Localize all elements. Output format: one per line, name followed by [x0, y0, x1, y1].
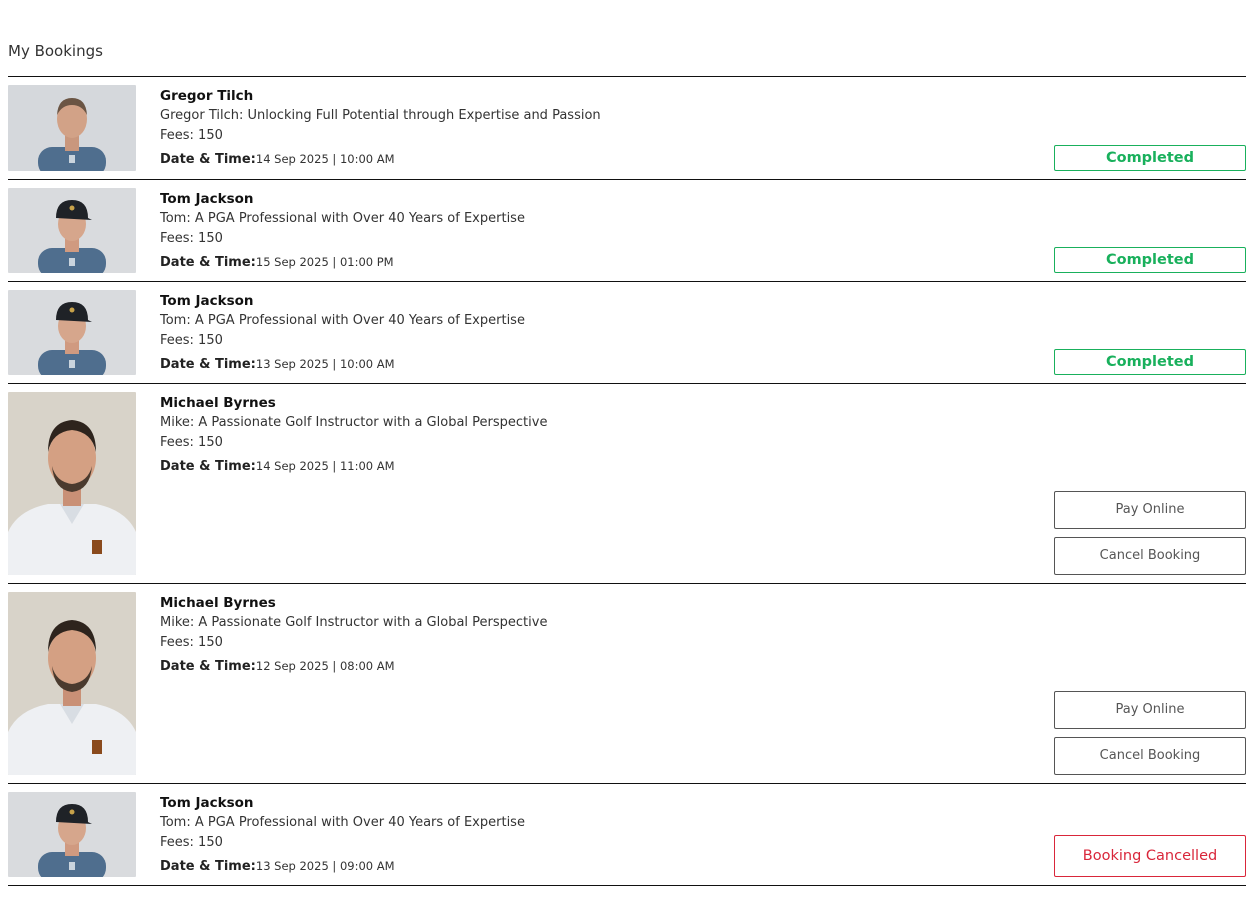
booking-row: Tom Jackson Tom: A PGA Professional with…: [8, 784, 1246, 886]
booking-info: Michael Byrnes Mike: A Passionate Golf I…: [160, 394, 547, 476]
booking-info: Tom Jackson Tom: A PGA Professional with…: [160, 190, 525, 272]
booking-datetime: Date & Time:15 Sep 2025 | 01:00 PM: [160, 252, 525, 272]
coach-headline: Tom: A PGA Professional with Over 40 Yea…: [160, 313, 525, 328]
booking-row: Tom Jackson Tom: A PGA Professional with…: [8, 180, 1246, 282]
coach-headline: Tom: A PGA Professional with Over 40 Yea…: [160, 211, 525, 226]
booking-info: Tom Jackson Tom: A PGA Professional with…: [160, 794, 525, 876]
booking-fees: Fees: 150: [160, 835, 223, 850]
booking-datetime: Date & Time:14 Sep 2025 | 10:00 AM: [160, 149, 601, 169]
booking-info: Tom Jackson Tom: A PGA Professional with…: [160, 292, 525, 374]
datetime-value: 14 Sep 2025 | 10:00 AM: [255, 152, 395, 166]
booking-datetime: Date & Time:12 Sep 2025 | 08:00 AM: [160, 656, 547, 676]
booking-fees: Fees: 150: [160, 435, 223, 450]
booking-row: Michael Byrnes Mike: A Passionate Golf I…: [8, 384, 1246, 584]
coach-photo: [8, 392, 136, 575]
coach-photo: [8, 792, 136, 877]
datetime-value: 13 Sep 2025 | 10:00 AM: [255, 357, 395, 371]
booking-actions: Pay Online Cancel Booking: [1054, 491, 1246, 575]
pay-online-button[interactable]: Pay Online: [1054, 491, 1246, 529]
datetime-label: Date & Time:: [160, 357, 256, 372]
booking-actions: Completed: [1054, 145, 1246, 171]
coach-photo: [8, 85, 136, 171]
booking-fees: Fees: 150: [160, 333, 223, 348]
coach-name: Michael Byrnes: [160, 395, 276, 411]
booking-datetime: Date & Time:13 Sep 2025 | 09:00 AM: [160, 856, 525, 876]
datetime-value: 13 Sep 2025 | 09:00 AM: [255, 859, 395, 873]
datetime-label: Date & Time:: [160, 659, 256, 674]
datetime-label: Date & Time:: [160, 859, 256, 874]
coach-name: Gregor Tilch: [160, 88, 254, 104]
coach-headline: Tom: A PGA Professional with Over 40 Yea…: [160, 815, 525, 830]
datetime-value: 15 Sep 2025 | 01:00 PM: [255, 255, 394, 269]
booking-actions: Booking Cancelled: [1054, 835, 1246, 877]
coach-name: Michael Byrnes: [160, 595, 276, 611]
coach-photo-tom: [8, 188, 136, 273]
coach-photo: [8, 592, 136, 775]
booking-row: Tom Jackson Tom: A PGA Professional with…: [8, 282, 1246, 384]
coach-name: Tom Jackson: [160, 293, 254, 309]
datetime-label: Date & Time:: [160, 152, 256, 167]
status-badge: Completed: [1054, 247, 1246, 273]
datetime-value: 12 Sep 2025 | 08:00 AM: [255, 659, 395, 673]
datetime-value: 14 Sep 2025 | 11:00 AM: [255, 459, 395, 473]
coach-headline: Gregor Tilch: Unlocking Full Potential t…: [160, 108, 601, 123]
booking-datetime: Date & Time:13 Sep 2025 | 10:00 AM: [160, 354, 525, 374]
coach-photo-michael: [8, 592, 136, 775]
status-badge: Completed: [1054, 145, 1246, 171]
coach-photo: [8, 188, 136, 273]
datetime-label: Date & Time:: [160, 459, 256, 474]
booking-info: Michael Byrnes Mike: A Passionate Golf I…: [160, 594, 547, 676]
page-title: My Bookings: [8, 42, 103, 60]
booking-datetime: Date & Time:14 Sep 2025 | 11:00 AM: [160, 456, 547, 476]
coach-photo: [8, 290, 136, 375]
booking-fees: Fees: 150: [160, 128, 223, 143]
status-badge: Completed: [1054, 349, 1246, 375]
booking-row: Michael Byrnes Mike: A Passionate Golf I…: [8, 584, 1246, 784]
booking-actions: Completed: [1054, 247, 1246, 273]
booking-actions: Pay Online Cancel Booking: [1054, 691, 1246, 775]
coach-headline: Mike: A Passionate Golf Instructor with …: [160, 415, 548, 430]
coach-name: Tom Jackson: [160, 795, 254, 811]
bookings-list: Gregor Tilch Gregor Tilch: Unlocking Ful…: [8, 76, 1246, 886]
booking-row: Gregor Tilch Gregor Tilch: Unlocking Ful…: [8, 77, 1246, 180]
booking-fees: Fees: 150: [160, 231, 223, 246]
booking-actions: Completed: [1054, 349, 1246, 375]
pay-online-button[interactable]: Pay Online: [1054, 691, 1246, 729]
cancel-booking-button[interactable]: Cancel Booking: [1054, 537, 1246, 575]
status-badge-cancelled: Booking Cancelled: [1054, 835, 1246, 877]
datetime-label: Date & Time:: [160, 255, 256, 270]
booking-info: Gregor Tilch Gregor Tilch: Unlocking Ful…: [160, 87, 601, 169]
coach-photo-gregor: [8, 85, 136, 171]
booking-fees: Fees: 150: [160, 635, 223, 650]
coach-headline: Mike: A Passionate Golf Instructor with …: [160, 615, 548, 630]
coach-photo-tom: [8, 290, 136, 375]
coach-photo-michael: [8, 392, 136, 575]
cancel-booking-button[interactable]: Cancel Booking: [1054, 737, 1246, 775]
coach-name: Tom Jackson: [160, 191, 254, 207]
coach-photo-tom: [8, 792, 136, 877]
